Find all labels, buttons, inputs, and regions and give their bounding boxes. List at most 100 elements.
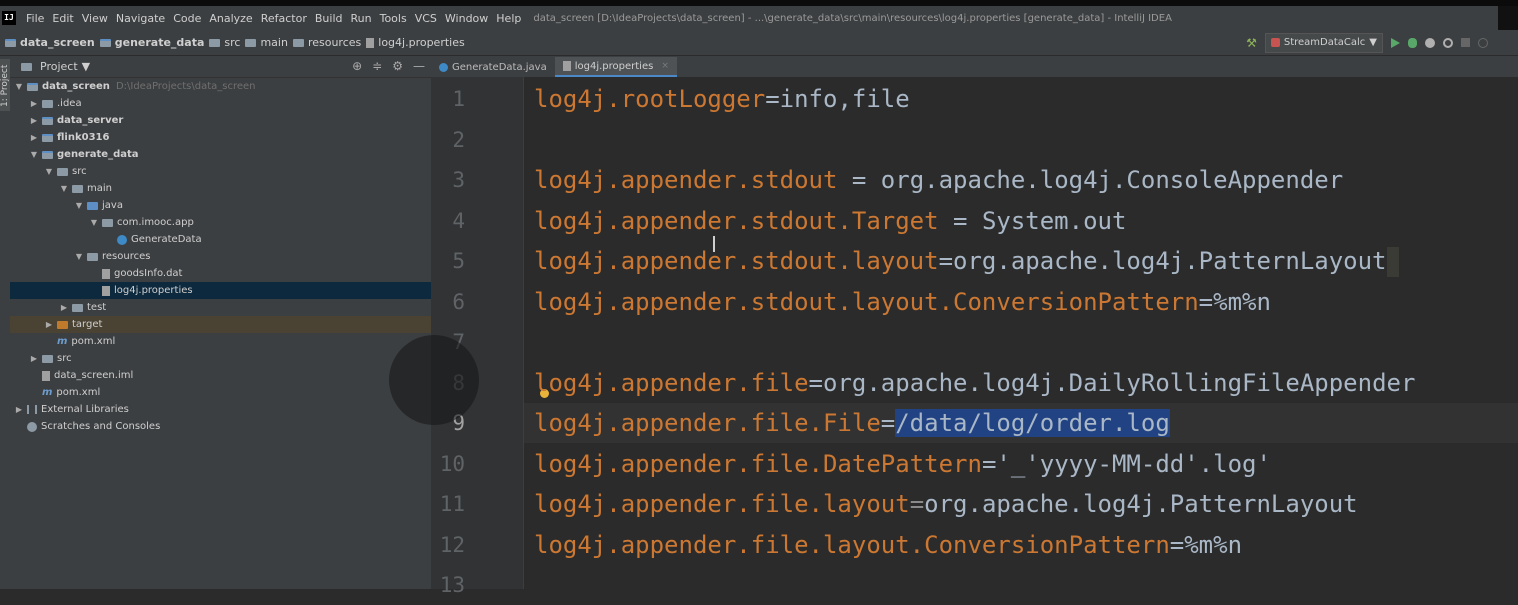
tree-row[interactable]: ▶ src bbox=[10, 350, 431, 367]
excluded-folder-icon bbox=[57, 320, 68, 329]
tree-row[interactable]: ▼ generate_data bbox=[10, 146, 431, 163]
code-line[interactable]: log4j.appender.file=org.apache.log4j.Dai… bbox=[524, 363, 1518, 403]
tree-row[interactable]: Scratches and Consoles bbox=[10, 418, 431, 435]
gear-icon[interactable]: ⚙ bbox=[392, 59, 403, 73]
menu-build[interactable]: Build bbox=[311, 12, 347, 25]
breadcrumb-module[interactable]: generate_data bbox=[95, 36, 204, 49]
code-line[interactable]: log4j.appender.file.layout.ConversionPat… bbox=[524, 525, 1518, 565]
expanded-arrow-icon[interactable]: ▼ bbox=[14, 82, 24, 91]
menu-tools[interactable]: Tools bbox=[376, 12, 411, 25]
maven-icon: m bbox=[57, 336, 68, 347]
code-line[interactable]: log4j.appender.file.DatePattern='_'yyyy-… bbox=[524, 444, 1518, 484]
project-path: D:\IdeaProjects\data_screen bbox=[115, 81, 256, 92]
menu-run[interactable]: Run bbox=[347, 12, 376, 25]
menu-vcs[interactable]: VCS bbox=[411, 12, 441, 25]
menu-analyze[interactable]: Analyze bbox=[205, 12, 256, 25]
tree-row[interactable]: ▶ External Libraries bbox=[10, 401, 431, 418]
navigation-bar: data_screen generate_data src main resou… bbox=[0, 30, 1518, 56]
hide-icon[interactable]: — bbox=[413, 59, 425, 73]
tree-row[interactable]: m pom.xml bbox=[10, 333, 431, 350]
expanded-arrow-icon[interactable]: ▼ bbox=[29, 150, 39, 159]
property-value: %m%n bbox=[1184, 530, 1243, 559]
menu-view[interactable]: View bbox=[78, 12, 112, 25]
expanded-arrow-icon[interactable]: ▼ bbox=[44, 167, 54, 176]
code-editor[interactable]: log4j.rootLogger=info,file log4j.appender… bbox=[524, 77, 1518, 589]
tree-row[interactable]: ▼ resources bbox=[10, 248, 431, 265]
breadcrumb-project[interactable]: data_screen bbox=[0, 36, 95, 49]
tab-log4j-properties[interactable]: log4j.properties × bbox=[554, 57, 677, 77]
tree-row[interactable]: data_screen.iml bbox=[10, 367, 431, 384]
collapsed-arrow-icon[interactable]: ▶ bbox=[59, 303, 69, 312]
folder-icon bbox=[209, 38, 221, 47]
tab-label: GenerateData.java bbox=[452, 61, 547, 73]
project-view-select[interactable]: Project ▼ bbox=[18, 60, 90, 73]
tree-row[interactable]: ▶ test bbox=[10, 299, 431, 316]
editor-gutter[interactable]: 12345678910111213 bbox=[431, 77, 524, 597]
menu-help[interactable]: Help bbox=[492, 12, 525, 25]
property-value: '_'yyyy-MM-dd'.log' bbox=[996, 449, 1271, 478]
folder-icon bbox=[72, 303, 83, 312]
expanded-arrow-icon[interactable]: ▼ bbox=[74, 252, 84, 261]
tree-row[interactable]: goodsInfo.dat bbox=[10, 265, 431, 282]
collapsed-arrow-icon[interactable]: ▶ bbox=[44, 320, 54, 329]
menu-code[interactable]: Code bbox=[169, 12, 205, 25]
code-line[interactable]: log4j.appender.stdout.Target = System.ou… bbox=[524, 201, 1518, 241]
tree-row[interactable]: ▼ com.imooc.app bbox=[10, 214, 431, 231]
breadcrumb-resources[interactable]: resources bbox=[288, 36, 361, 49]
expanded-arrow-icon[interactable]: ▼ bbox=[74, 201, 84, 210]
code-line[interactable] bbox=[524, 120, 1518, 160]
locate-icon[interactable]: ⊕ bbox=[352, 59, 362, 73]
collapse-all-icon[interactable]: ≑ bbox=[372, 59, 382, 73]
tree-row[interactable]: ▼ java bbox=[10, 197, 431, 214]
project-tool-tab[interactable]: 1: Project bbox=[0, 59, 10, 111]
collapsed-arrow-icon[interactable]: ▶ bbox=[29, 354, 39, 363]
profile-icon[interactable] bbox=[1443, 37, 1453, 48]
expanded-arrow-icon[interactable]: ▼ bbox=[89, 218, 99, 227]
stop-icon[interactable] bbox=[1461, 38, 1470, 47]
menu-refactor[interactable]: Refactor bbox=[257, 12, 311, 25]
window-title: data_screen [D:\IdeaProjects\data_screen… bbox=[533, 12, 1172, 24]
folder-icon bbox=[99, 38, 111, 47]
breadcrumb-src[interactable]: src bbox=[204, 36, 240, 49]
breadcrumb-main[interactable]: main bbox=[240, 36, 288, 49]
tree-row[interactable]: ▶ data_server bbox=[10, 112, 431, 129]
code-line[interactable]: log4j.appender.file.File=/data/log/order… bbox=[524, 403, 1518, 443]
code-line[interactable]: log4j.appender.stdout = org.apache.log4j… bbox=[524, 160, 1518, 200]
close-icon[interactable]: × bbox=[661, 61, 669, 71]
menu-window[interactable]: Window bbox=[441, 12, 492, 25]
run-icon[interactable] bbox=[1391, 37, 1400, 48]
tree-row[interactable]: GenerateData bbox=[10, 231, 431, 248]
menu-file[interactable]: File bbox=[22, 12, 48, 25]
tree-row[interactable]: m pom.xml bbox=[10, 384, 431, 401]
collapsed-arrow-icon[interactable]: ▶ bbox=[29, 99, 39, 108]
menu-navigate[interactable]: Navigate bbox=[112, 12, 169, 25]
tree-row[interactable]: ▼ data_screen D:\IdeaProjects\data_screen bbox=[10, 78, 431, 95]
search-everywhere-icon[interactable] bbox=[1478, 37, 1488, 48]
debug-icon[interactable] bbox=[1408, 37, 1417, 48]
menu-edit[interactable]: Edit bbox=[48, 12, 77, 25]
tree-row[interactable]: ▼ src bbox=[10, 163, 431, 180]
project-panel-header: Project ▼ ⊕ ≑ ⚙ — bbox=[10, 56, 431, 78]
tree-row[interactable]: ▶ target bbox=[10, 316, 431, 333]
tab-generatedata[interactable]: GenerateData.java bbox=[431, 57, 555, 77]
tree-row[interactable]: ▶ .idea bbox=[10, 95, 431, 112]
code-line[interactable] bbox=[524, 565, 1518, 605]
collapsed-arrow-icon[interactable]: ▶ bbox=[29, 133, 39, 142]
build-hammer-icon[interactable]: ⚒ bbox=[1246, 36, 1257, 50]
line-number: 12 bbox=[439, 532, 465, 557]
code-line[interactable]: log4j.appender.stdout.layout=org.apache.… bbox=[524, 241, 1518, 281]
breadcrumb-file[interactable]: log4j.properties bbox=[361, 36, 465, 49]
collapsed-arrow-icon[interactable]: ▶ bbox=[14, 405, 24, 414]
code-line[interactable]: log4j.appender.file.layout=org.apache.lo… bbox=[524, 484, 1518, 524]
tree-row[interactable]: log4j.properties bbox=[10, 282, 431, 299]
module-folder-icon bbox=[27, 82, 38, 91]
tree-row[interactable]: ▼ main bbox=[10, 180, 431, 197]
code-line[interactable]: log4j.appender.stdout.layout.ConversionP… bbox=[524, 282, 1518, 322]
coverage-icon[interactable] bbox=[1425, 37, 1435, 48]
collapsed-arrow-icon[interactable]: ▶ bbox=[29, 116, 39, 125]
expanded-arrow-icon[interactable]: ▼ bbox=[59, 184, 69, 193]
tree-row[interactable]: ▶ flink0316 bbox=[10, 129, 431, 146]
code-line[interactable]: log4j.rootLogger=info,file bbox=[524, 79, 1518, 119]
code-line[interactable] bbox=[524, 322, 1518, 362]
run-configuration-select[interactable]: StreamDataCalc ▼ bbox=[1264, 32, 1383, 53]
